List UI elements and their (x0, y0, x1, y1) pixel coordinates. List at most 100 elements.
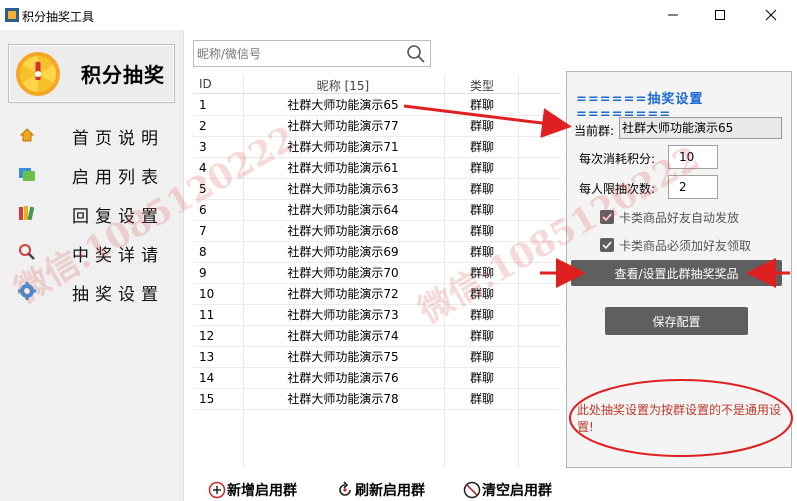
table-row[interactable]: 2 社群大师功能演示77 群聊 (193, 116, 561, 137)
row-type: 群聊 (469, 98, 494, 112)
magnifier-icon (18, 243, 36, 261)
table-row[interactable]: 9 社群大师功能演示70 群聊 (193, 263, 561, 284)
table-row[interactable]: 10 社群大师功能演示72 群聊 (193, 284, 561, 305)
checkmark-icon (602, 213, 612, 222)
current-group-label: 当前群: (574, 124, 615, 138)
row-nickname: 社群大师功能演示78 (287, 392, 399, 406)
table-row[interactable]: 13 社群大师功能演示75 群聊 (193, 347, 561, 368)
row-nickname: 社群大师功能演示74 (287, 329, 399, 343)
list-icon (18, 165, 36, 183)
table-row[interactable]: 4 社群大师功能演示61 群聊 (193, 158, 561, 179)
limit-input[interactable]: 2 (668, 175, 718, 199)
table-row[interactable]: 1 社群大师功能演示65 群聊 (193, 95, 561, 116)
row-id: 6 (199, 203, 207, 217)
header-nickname[interactable]: 昵称 [15] (243, 77, 443, 94)
table-row[interactable]: 7 社群大师功能演示68 群聊 (193, 221, 561, 242)
row-id: 13 (199, 350, 215, 364)
row-nickname: 社群大师功能演示61 (287, 161, 399, 175)
add-group-button[interactable]: 新增启用群 (208, 480, 297, 500)
table-row[interactable]: 3 社群大师功能演示71 群聊 (193, 137, 561, 158)
add-group-label: 新增启用群 (227, 483, 297, 499)
table-row[interactable]: 5 社群大师功能演示63 群聊 (193, 179, 561, 200)
app-logo-banner: 积分抽奖 (8, 44, 175, 103)
auto-send-checkbox-row[interactable]: 卡类商品好友自动发放 (600, 208, 739, 226)
sidebar-item-label: 启用列表 (72, 168, 164, 188)
header-type[interactable]: 类型 (445, 77, 519, 94)
group-list: ID 昵称 [15] 类型 1 社群大师功能演示65 群聊 2 社群大师功能演示77 群聊… (193, 74, 561, 468)
close-button[interactable] (748, 0, 794, 30)
row-type: 群聊 (469, 182, 494, 196)
table-row[interactable]: 14 社群大师功能演示76 群聊 (193, 368, 561, 389)
row-type: 群聊 (469, 119, 494, 133)
row-nickname: 社群大师功能演示69 (287, 245, 399, 259)
row-type: 群聊 (469, 266, 494, 280)
checkmark-icon (602, 241, 612, 250)
clear-group-button[interactable]: 清空启用群 (463, 480, 552, 500)
books-icon (18, 204, 36, 222)
home-icon (18, 126, 36, 144)
maximize-button[interactable] (697, 0, 743, 30)
row-type: 群聊 (469, 203, 494, 217)
minimize-icon (668, 14, 678, 16)
row-type: 群聊 (469, 392, 494, 406)
clear-group-label: 清空启用群 (482, 483, 552, 499)
limit-label: 每人限抽次数: (579, 182, 656, 196)
refresh-group-label: 刷新启用群 (355, 483, 425, 499)
sidebar-item-lottery-settings[interactable]: 抽奖设置 (0, 276, 184, 306)
title-bar: 积分抽奖工具 (0, 0, 797, 30)
row-id: 15 (199, 392, 215, 406)
sidebar-item-label: 中奖详请 (72, 246, 164, 266)
row-nickname: 社群大师功能演示64 (287, 203, 399, 217)
row-id: 8 (199, 245, 207, 259)
require-friend-checkbox-row[interactable]: 卡类商品必须加好友领取 (600, 236, 751, 254)
logo-text: 积分抽奖 (81, 63, 165, 87)
row-nickname: 社群大师功能演示63 (287, 182, 399, 196)
header-id[interactable]: ID (199, 77, 212, 91)
require-friend-checkbox[interactable] (600, 238, 614, 252)
window-title: 积分抽奖工具 (22, 10, 95, 24)
sidebar-item-enabled-list[interactable]: 启用列表 (0, 159, 184, 189)
row-type: 群聊 (469, 371, 494, 385)
row-type: 群聊 (469, 329, 494, 343)
refresh-group-button[interactable]: 刷新启用群 (336, 480, 425, 500)
row-id: 10 (199, 287, 215, 301)
cost-input[interactable]: 10 (668, 145, 718, 169)
row-id: 9 (199, 266, 207, 280)
row-id: 2 (199, 119, 207, 133)
row-id: 3 (199, 140, 207, 154)
row-nickname: 社群大师功能演示76 (287, 371, 399, 385)
minimize-button[interactable] (650, 0, 696, 30)
maximize-icon (715, 10, 725, 20)
row-id: 12 (199, 329, 215, 343)
require-friend-label: 卡类商品必须加好友领取 (619, 238, 752, 253)
sidebar-item-home[interactable]: 首页说明 (0, 120, 184, 150)
refresh-icon (339, 481, 351, 496)
auto-send-checkbox[interactable] (600, 210, 614, 224)
search-input[interactable] (194, 41, 394, 66)
row-id: 1 (199, 98, 207, 112)
save-config-button[interactable]: 保存配置 (605, 307, 748, 335)
row-nickname: 社群大师功能演示77 (287, 119, 399, 133)
view-prizes-button[interactable]: 查看/设置此群抽奖奖品 (571, 260, 782, 286)
row-nickname: 社群大师功能演示71 (287, 140, 399, 154)
row-type: 群聊 (469, 287, 494, 301)
search-box (193, 40, 431, 67)
row-type: 群聊 (469, 308, 494, 322)
row-type: 群聊 (469, 350, 494, 364)
table-row[interactable]: 15 社群大师功能演示78 群聊 (193, 389, 561, 410)
row-id: 14 (199, 371, 215, 385)
table-row[interactable]: 6 社群大师功能演示64 群聊 (193, 200, 561, 221)
row-id: 4 (199, 161, 207, 175)
row-type: 群聊 (469, 245, 494, 259)
row-nickname: 社群大师功能演示70 (287, 266, 399, 280)
app-logo-icon (5, 8, 19, 22)
sidebar-item-winning-details[interactable]: 中奖详请 (0, 237, 184, 267)
sidebar-item-reply-settings[interactable]: 回复设置 (0, 198, 184, 228)
table-row[interactable]: 8 社群大师功能演示69 群聊 (193, 242, 561, 263)
row-type: 群聊 (469, 161, 494, 175)
table-row[interactable]: 11 社群大师功能演示73 群聊 (193, 305, 561, 326)
table-row[interactable]: 12 社群大师功能演示74 群聊 (193, 326, 561, 347)
row-nickname: 社群大师功能演示75 (287, 350, 399, 364)
current-group-field: 社群大师功能演示65 (619, 117, 782, 139)
search-icon[interactable] (406, 44, 426, 64)
